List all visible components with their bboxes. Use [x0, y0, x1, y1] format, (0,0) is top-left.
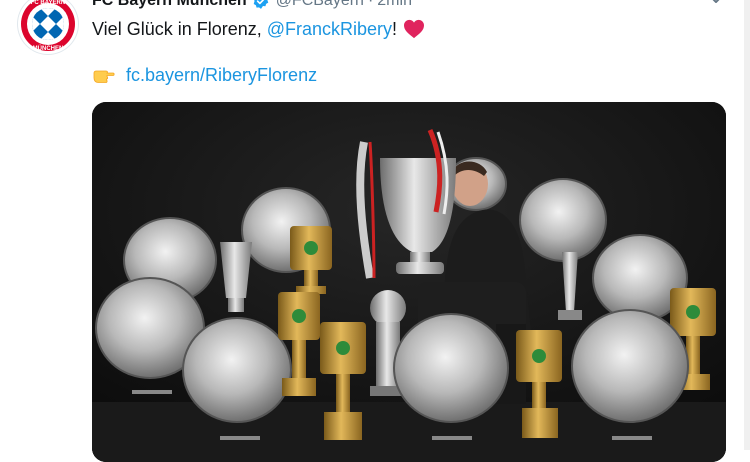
- mention-link[interactable]: @FranckRibery: [267, 18, 392, 40]
- separator: ·: [367, 0, 374, 9]
- tweet-text: Viel Glück in Florenz, @FranckRibery !: [92, 18, 425, 40]
- tweet: FC BAYERN MÜNCHEN FC Bayern München @FCB…: [0, 0, 750, 462]
- trophy-photo: [92, 102, 726, 462]
- chevron-down-icon[interactable]: [706, 0, 726, 8]
- svg-text:FC BAYERN: FC BAYERN: [31, 0, 65, 6]
- tweet-header: FC Bayern München @FCBayern · 2min: [92, 0, 412, 13]
- text-before: Viel Glück in Florenz,: [92, 19, 267, 39]
- verified-badge-icon: [252, 0, 270, 10]
- pointing-hand-icon: [92, 64, 116, 86]
- timestamp[interactable]: 2min: [377, 0, 412, 10]
- scrollbar[interactable]: [744, 0, 750, 450]
- display-name[interactable]: FC Bayern München: [92, 0, 247, 10]
- tweet-photo[interactable]: [92, 102, 726, 462]
- red-heart-icon: [403, 19, 425, 39]
- link-line: fc.bayern/RiberyFlorenz: [92, 64, 317, 86]
- avatar[interactable]: FC BAYERN MÜNCHEN: [18, 0, 78, 54]
- fc-bayern-logo: FC BAYERN MÜNCHEN: [19, 0, 77, 53]
- text-after: !: [392, 19, 398, 39]
- handle[interactable]: @FCBayern: [276, 0, 364, 10]
- svg-text:MÜNCHEN: MÜNCHEN: [33, 45, 64, 52]
- external-link[interactable]: fc.bayern/RiberyFlorenz: [126, 64, 317, 86]
